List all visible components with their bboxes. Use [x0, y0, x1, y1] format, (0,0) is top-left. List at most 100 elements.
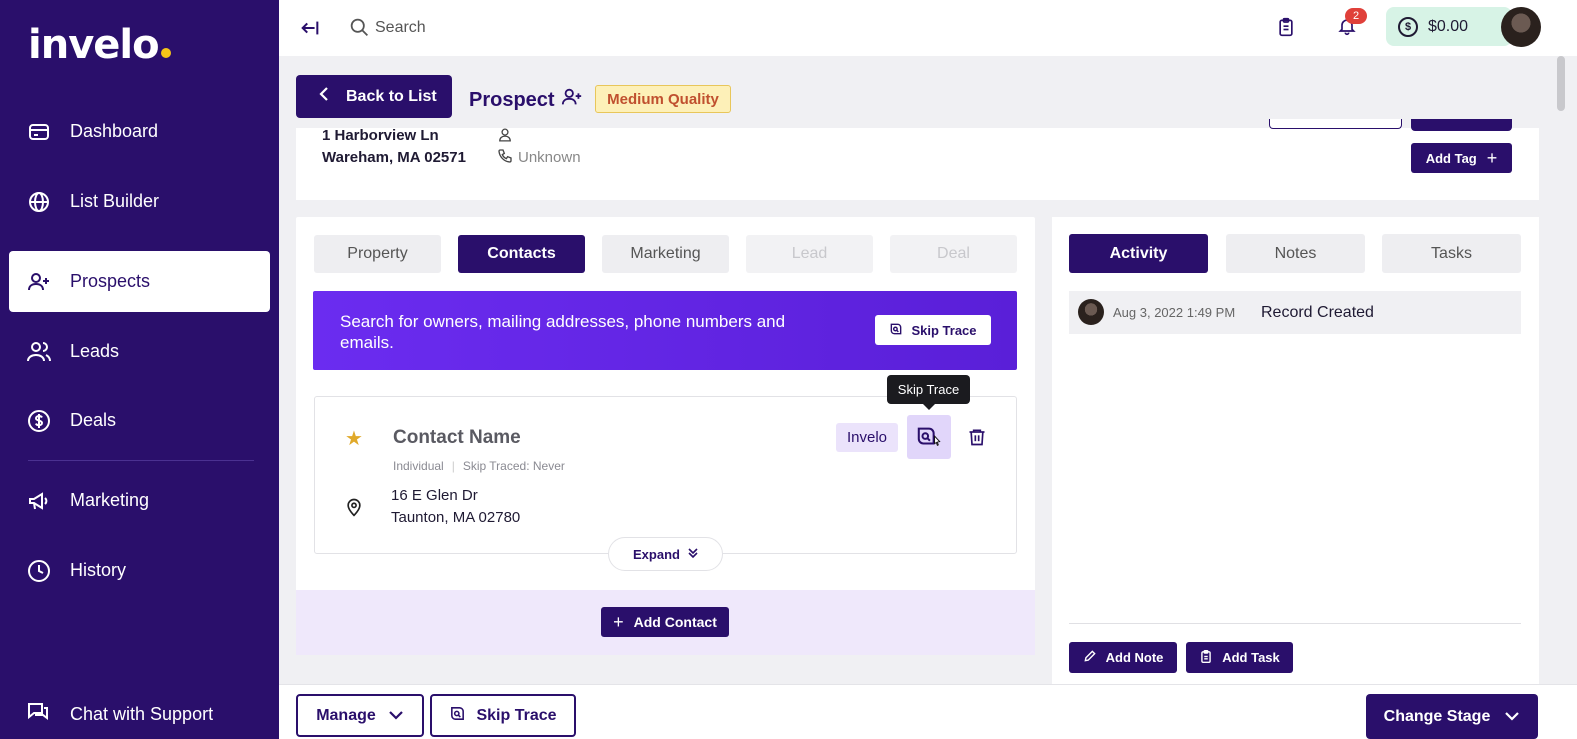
contact-address-line1: 16 E Glen Dr [391, 487, 478, 504]
skip-trace-icon [449, 705, 466, 727]
skip-traced-status: Skip Traced: Never [462, 459, 565, 473]
add-note-label: Add Note [1105, 650, 1164, 665]
page-title-text: Prospect [469, 88, 555, 111]
sidebar-item-label: Leads [70, 341, 120, 361]
tab-property[interactable]: Property [314, 235, 441, 273]
search-input[interactable]: Search [375, 19, 426, 37]
change-stage-label: Change Stage [1383, 707, 1491, 725]
sidebar-item-label: History [70, 560, 127, 580]
contact-address-line2: Taunton, MA 02780 [391, 509, 521, 526]
change-stage-button[interactable]: Change Stage [1366, 694, 1538, 739]
search-icon[interactable] [349, 17, 370, 43]
chevron-down-icon [388, 707, 404, 725]
add-task-label: Add Task [1222, 650, 1280, 665]
back-to-list-button[interactable]: Back to List [296, 75, 452, 118]
collapse-sidebar-icon[interactable] [299, 17, 321, 44]
sidebar-item-history[interactable]: History [9, 540, 270, 601]
meta-separator: | [451, 459, 455, 473]
double-chevron-down-icon [688, 547, 698, 562]
contact-meta: Individual | Skip Traced: Never [393, 459, 565, 473]
tab-contacts[interactable]: Contacts [458, 235, 585, 273]
chevron-down-icon [1504, 708, 1520, 726]
promo-button-label: Skip Trace [911, 322, 977, 338]
dollar-icon [26, 408, 52, 434]
star-icon[interactable]: ★ [345, 426, 363, 451]
clipboard-icon [1199, 649, 1213, 667]
sidebar-item-dashboard[interactable]: Dashboard [9, 101, 270, 162]
card-icon [26, 119, 52, 145]
sidebar-item-leads[interactable]: Leads [9, 321, 270, 382]
sidebar: invelo Dashboard List Builder Prospects … [0, 0, 279, 739]
phone-icon [497, 148, 513, 169]
header-action-button[interactable] [1411, 119, 1512, 131]
skip-trace-icon [889, 322, 903, 339]
add-task-button[interactable]: Add Task [1186, 642, 1293, 673]
globe-icon [26, 189, 52, 215]
add-tag-button[interactable]: Add Tag + [1411, 143, 1512, 173]
add-contact-button[interactable]: + Add Contact [601, 607, 729, 637]
add-user-icon [26, 269, 52, 295]
quality-badge: Medium Quality [595, 85, 731, 113]
page-title: Prospect [469, 86, 583, 114]
tab-lead: Lead [746, 235, 873, 273]
skip-trace-button[interactable]: Skip Trace [430, 694, 576, 737]
notification-badge: 2 [1345, 8, 1367, 24]
contact-name: Contact Name [393, 427, 521, 448]
contact-skip-trace-button[interactable] [907, 415, 951, 459]
avatar[interactable] [1501, 7, 1541, 47]
sidebar-item-prospects[interactable]: Prospects [9, 251, 270, 312]
phone-status: Unknown [518, 149, 581, 166]
logo-dot [160, 48, 171, 58]
sidebar-divider [28, 460, 254, 461]
manage-label: Manage [316, 706, 376, 724]
sidebar-item-list-builder[interactable]: List Builder [9, 171, 270, 232]
chevron-left-icon [318, 86, 330, 107]
header-action-button[interactable] [1269, 119, 1402, 129]
sidebar-item-label: Marketing [70, 490, 150, 510]
scrollbar[interactable] [1557, 56, 1565, 111]
sidebar-item-deals[interactable]: Deals [9, 390, 270, 451]
clock-icon [26, 558, 52, 584]
back-label: Back to List [346, 87, 437, 105]
location-pin-icon [344, 496, 364, 523]
chat-support-link[interactable]: Chat with Support [26, 700, 213, 729]
expand-button[interactable]: Expand [608, 537, 723, 571]
promo-skip-trace-button[interactable]: Skip Trace [875, 315, 991, 345]
avatar [1078, 299, 1104, 325]
tab-notes[interactable]: Notes [1226, 234, 1365, 273]
wallet-amount: $0.00 [1428, 17, 1469, 35]
tab-activity[interactable]: Activity [1069, 234, 1208, 273]
tab-tasks[interactable]: Tasks [1382, 234, 1521, 273]
skip-trace-tooltip: Skip Trace [887, 375, 970, 410]
add-note-button[interactable]: Add Note [1069, 642, 1177, 673]
sidebar-item-label: List Builder [70, 191, 160, 211]
skip-trace-icon [917, 427, 941, 447]
topbar: Search 2 $ $0.00 [279, 0, 1577, 56]
invelo-logo[interactable]: invelo [28, 22, 171, 68]
source-chip: Invelo [836, 423, 898, 452]
promo-text: Search for owners, mailing addresses, ph… [340, 312, 786, 352]
users-icon [26, 339, 52, 365]
add-tag-label: Add Tag [1425, 150, 1477, 166]
chat-support-label: Chat with Support [70, 704, 214, 724]
divider [1069, 623, 1521, 624]
wallet-balance[interactable]: $ $0.00 [1386, 7, 1512, 46]
sidebar-item-label: Deals [70, 410, 117, 430]
contact-type: Individual [393, 459, 444, 473]
add-user-icon [561, 86, 583, 114]
clipboard-icon[interactable] [1276, 16, 1296, 43]
activity-text: Record Created [1261, 304, 1374, 321]
sidebar-item-label: Dashboard [70, 121, 159, 141]
sidebar-item-label: Prospects [70, 271, 151, 291]
megaphone-icon [26, 488, 52, 514]
tab-deal: Deal [890, 235, 1017, 273]
tab-marketing[interactable]: Marketing [602, 235, 729, 273]
activity-panel [1052, 217, 1539, 685]
trash-icon[interactable] [967, 427, 987, 452]
skip-trace-label: Skip Trace [476, 706, 557, 724]
property-address-line2: Wareham, MA 02571 [322, 149, 466, 166]
sidebar-item-marketing[interactable]: Marketing [9, 470, 270, 531]
plus-icon: + [613, 611, 624, 632]
manage-button[interactable]: Manage [296, 694, 424, 737]
dollar-coin-icon: $ [1398, 16, 1418, 37]
